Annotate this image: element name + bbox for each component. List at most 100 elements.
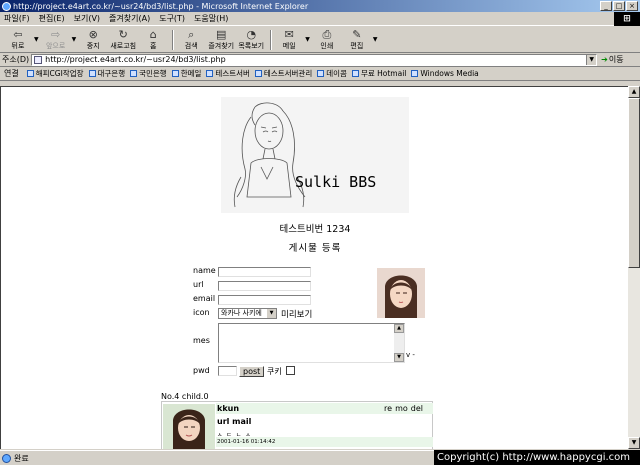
ie-link-icon (317, 70, 325, 77)
printer-icon: ⎙ (322, 27, 332, 41)
refresh-icon: ↻ (118, 27, 128, 41)
ie-link-icon (411, 70, 419, 77)
link-happycgi[interactable]: 해피CGI작업장 (26, 68, 84, 79)
url-field[interactable] (218, 281, 311, 291)
scroll-down-icon[interactable]: ▼ (394, 353, 404, 362)
close-button[interactable]: × (626, 1, 638, 11)
scroll-up-icon[interactable]: ▲ (394, 324, 404, 333)
message-extra-text: v - (406, 351, 415, 359)
address-bar: 주소(D) http://project.e4art.co.kr/~usr24/… (0, 53, 640, 67)
menu-favorites[interactable]: 즐겨찾기(A) (109, 13, 150, 24)
minimize-button[interactable]: _ (600, 1, 612, 11)
window-controls: _ □ × (600, 1, 638, 11)
list-item: kkun re mo del url mail ㅅ ㄷ ㄴ ㅅ 2001-01-… (161, 401, 433, 449)
toolbar-separator (270, 29, 273, 50)
message-textarea[interactable]: ▲ ▼ (218, 323, 405, 363)
menu-file[interactable]: 파일(F) (4, 13, 30, 24)
mail-dropdown-icon[interactable]: ▼ (305, 36, 310, 43)
mail-button[interactable]: ✉ 메일 (275, 27, 303, 51)
address-input[interactable]: http://project.e4art.co.kr/~usr24/bd3/li… (31, 53, 598, 66)
post-heading: 게시물 등록 (288, 243, 342, 254)
back-arrow-icon: ⇦ (13, 27, 23, 41)
forward-arrow-icon: ⇨ (51, 27, 61, 41)
mail-icon: ✉ (284, 27, 294, 41)
chevron-down-icon: ▼ (267, 309, 276, 318)
forward-dropdown-icon[interactable]: ▼ (72, 36, 77, 43)
reply-link[interactable]: re (384, 404, 392, 413)
menu-tools[interactable]: 도구(T) (159, 13, 185, 24)
go-button[interactable]: ➔ 이동 (601, 54, 623, 65)
cookie-checkbox[interactable] (286, 366, 295, 375)
address-url: http://project.e4art.co.kr/~usr24/bd3/li… (45, 55, 226, 64)
link-test-server[interactable]: 테스트서버 (206, 68, 250, 79)
page-scrollbar[interactable]: ▲ ▼ (628, 86, 640, 449)
edit-button[interactable]: ✎ 편집 (343, 27, 371, 51)
history-icon: ◔ (246, 27, 257, 41)
link-daegu-bank[interactable]: 대구은행 (88, 68, 125, 79)
back-dropdown-icon[interactable]: ▼ (34, 36, 39, 43)
forward-button[interactable]: ⇨ 앞으로 (42, 27, 70, 51)
icon-select[interactable]: 와카나 사키에 ▼ (218, 308, 277, 319)
history-button[interactable]: ◔ 목록보기 (237, 27, 265, 51)
email-label: email (193, 294, 216, 303)
link-dacom[interactable]: 데이콤 (317, 68, 347, 79)
modify-link[interactable]: mo (395, 404, 408, 413)
icon-label: icon (193, 308, 210, 317)
title-bar: http://project.e4art.co.kr/~usr24/bd3/li… (0, 0, 640, 12)
refresh-button[interactable]: ↻ 새로고침 (109, 27, 137, 51)
edit-dropdown-icon[interactable]: ▼ (373, 36, 378, 43)
preview-link[interactable]: 미리보기 (281, 308, 312, 320)
maximize-button[interactable]: □ (613, 1, 625, 11)
link-hanmail[interactable]: 한메일 (171, 68, 201, 79)
entry-name-row: kkun re mo del (216, 403, 433, 414)
ie-icon (2, 1, 11, 11)
menu-bar: 파일(F) 편집(E) 보기(V) 즐겨찾기(A) 도구(T) 도움말(H) ⊞ (0, 12, 640, 26)
post-button[interactable]: post (239, 366, 265, 377)
cookie-label: 쿠키 (267, 367, 282, 376)
back-button[interactable]: ⇦ 뒤로 (4, 27, 32, 51)
menu-edit[interactable]: 편집(E) (39, 13, 65, 24)
home-button[interactable]: ⌂ 홈 (139, 27, 167, 51)
name-label: name (193, 266, 216, 275)
go-arrow-icon: ➔ (601, 55, 608, 64)
scroll-up-icon[interactable]: ▲ (628, 86, 640, 98)
ie-link-icon (88, 70, 96, 77)
ie-link-icon (206, 70, 214, 77)
link-kookmin-bank[interactable]: 국민은행 (130, 68, 167, 79)
entry-meta: No.4 child.0 (161, 392, 209, 401)
email-field[interactable] (218, 295, 311, 305)
entry-date-row: 2001-01-16 01:14:42 (216, 437, 433, 447)
anime-girl-sketch (233, 102, 306, 208)
delete-link[interactable]: del (411, 404, 423, 413)
ie-link-icon (130, 70, 138, 77)
address-dropdown-icon[interactable]: ▼ (586, 54, 597, 65)
stop-icon: ⊗ (88, 27, 98, 41)
search-button[interactable]: ⌕ 검색 (177, 27, 205, 51)
board-name: 테스트비번 1234 (279, 224, 351, 235)
home-icon: ⌂ (149, 27, 157, 41)
password-field[interactable] (218, 366, 237, 376)
ie-link-icon (171, 70, 179, 77)
edit-page-icon: ✎ (352, 27, 362, 41)
search-icon: ⌕ (188, 27, 195, 41)
selected-icon-preview-avatar (377, 268, 425, 318)
link-hotmail[interactable]: 무료 Hotmail (351, 68, 406, 79)
scroll-down-icon[interactable]: ▼ (628, 437, 640, 449)
print-button[interactable]: ⎙ 인쇄 (313, 27, 341, 51)
toolbar: ⇦ 뒤로 ▼ ⇨ 앞으로 ▼ ⊗ 중지 ↻ 새로고침 ⌂ 홈 ⌕ 검색 ▤ 즐겨찾기 ◔ 목록보… (0, 27, 640, 53)
links-label: 연결 (4, 69, 19, 78)
link-windows-media[interactable]: Windows Media (411, 69, 479, 78)
bbs-logo-title: Sulki BBS (295, 173, 377, 191)
textarea-scrollbar[interactable]: ▲ ▼ (394, 324, 404, 362)
name-field[interactable] (218, 267, 311, 277)
menu-help[interactable]: 도움말(H) (194, 13, 228, 24)
url-label: url (193, 280, 204, 289)
entry-url-mail-links[interactable]: url mail (217, 417, 251, 426)
link-test-server-admin[interactable]: 테스트서버관리 (254, 68, 312, 79)
menu-view[interactable]: 보기(V) (74, 13, 100, 24)
mes-label: mes (193, 336, 210, 345)
stop-button[interactable]: ⊗ 중지 (79, 27, 107, 51)
toolbar-separator (172, 29, 175, 50)
favorites-button[interactable]: ▤ 즐겨찾기 (207, 28, 235, 51)
scroll-thumb[interactable] (628, 98, 640, 268)
